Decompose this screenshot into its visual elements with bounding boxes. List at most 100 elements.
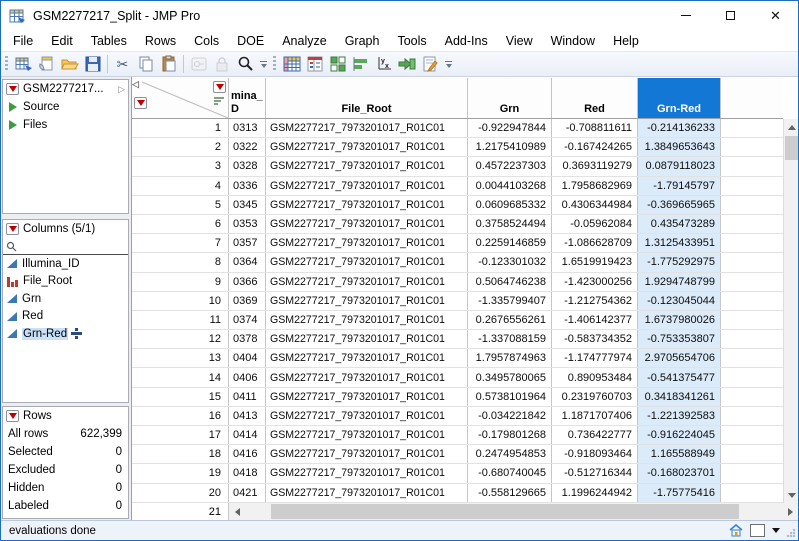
rows-stat-row[interactable]: Labeled 0 (3, 497, 128, 515)
red-cell[interactable]: 1.1996244942 (552, 484, 638, 502)
status-dropdown-icon[interactable] (772, 528, 780, 533)
rows-red-triangle-button[interactable] (6, 410, 19, 422)
columns-menu-red-triangle-button[interactable] (213, 81, 226, 93)
file-root-cell[interactable]: GSM2277217_7973201017_R01C01 (266, 484, 468, 502)
scroll-right-icon[interactable] (782, 503, 798, 520)
red-cell[interactable]: -0.583734352 (552, 330, 638, 348)
rows-menu-red-triangle-button[interactable] (134, 97, 147, 109)
red-cell[interactable]: 0.2319760703 (552, 388, 638, 406)
menu-item[interactable]: View (497, 32, 542, 50)
toolbar-drag-handle[interactable] (273, 56, 276, 72)
grn-red-cell[interactable]: -0.753353807 (638, 330, 721, 348)
grn-red-cell[interactable]: -0.168023701 (638, 464, 721, 482)
scroll-up-icon[interactable] (784, 119, 798, 135)
fit-y-by-x-icon[interactable]: yx (372, 53, 395, 75)
row-number-cell[interactable]: 13 (132, 349, 229, 367)
illumina-id-cell[interactable]: 0421 (229, 484, 266, 502)
grn-red-cell[interactable]: -0.541375477 (638, 368, 721, 386)
cut-icon[interactable]: ✂ (111, 53, 134, 75)
grn-red-cell[interactable]: -1.79145797 (638, 177, 721, 195)
row-number-cell[interactable]: 8 (132, 253, 229, 271)
table-script-item[interactable]: Files (3, 116, 128, 134)
grn-red-cell[interactable]: 1.9294748799 (638, 273, 721, 291)
horizontal-scroll-thumb[interactable] (271, 504, 739, 519)
grn-red-cell[interactable]: -1.75775416 (638, 484, 721, 502)
vertical-scrollbar[interactable] (783, 119, 798, 503)
menu-item[interactable]: DOE (228, 32, 273, 50)
panel-collapse-icon[interactable]: ◁ (132, 79, 139, 90)
red-cell[interactable]: -0.708811611 (552, 119, 638, 137)
grn-cell[interactable]: -0.922947844 (468, 119, 552, 137)
row-number-cell[interactable]: 19 (132, 464, 229, 482)
grn-cell[interactable]: 0.0609685332 (468, 196, 552, 214)
summary-table-icon[interactable] (303, 53, 326, 75)
table-script-item[interactable]: Source (3, 98, 128, 116)
grn-red-cell[interactable]: -0.214136233 (638, 119, 721, 137)
menu-item[interactable]: Cols (185, 32, 228, 50)
row-number-cell[interactable]: 1 (132, 119, 229, 137)
red-cell[interactable]: -1.086628709 (552, 234, 638, 252)
menu-item[interactable]: Rows (136, 32, 185, 50)
red-cell[interactable]: 0.3693119279 (552, 157, 638, 175)
status-indicator-box[interactable] (750, 524, 765, 537)
grn-cell[interactable]: -0.680740045 (468, 464, 552, 482)
partial-row-number-cell[interactable]: 21 (132, 503, 229, 520)
file-root-cell[interactable]: GSM2277217_7973201017_R01C01 (266, 253, 468, 271)
resize-grip[interactable] (786, 528, 796, 538)
grn-red-cell[interactable]: -0.369665965 (638, 196, 721, 214)
open-icon[interactable] (58, 53, 81, 75)
close-button[interactable]: ✕ (753, 1, 798, 30)
row-number-cell[interactable]: 16 (132, 407, 229, 425)
column-header-red[interactable]: Red (552, 78, 638, 118)
search-icon[interactable] (233, 53, 256, 75)
menu-item[interactable]: Tables (82, 32, 136, 50)
grn-cell[interactable]: 0.0044103268 (468, 177, 552, 195)
run-script-icon[interactable] (395, 53, 418, 75)
row-number-cell[interactable]: 6 (132, 215, 229, 233)
grn-cell[interactable]: 1.2175410989 (468, 138, 552, 156)
grn-cell[interactable]: 1.7957874963 (468, 349, 552, 367)
illumina-id-cell[interactable]: 0404 (229, 349, 266, 367)
menu-item[interactable]: Tools (388, 32, 435, 50)
menu-item[interactable]: File (4, 32, 42, 50)
illumina-id-cell[interactable]: 0374 (229, 311, 266, 329)
scroll-down-icon[interactable] (784, 487, 798, 503)
illumina-id-cell[interactable]: 0336 (229, 177, 266, 195)
toolbar-overflow-chevron[interactable] (260, 61, 267, 68)
data-table-icon[interactable] (280, 53, 303, 75)
grn-red-cell[interactable]: 0.435473289 (638, 215, 721, 233)
file-root-cell[interactable]: GSM2277217_7973201017_R01C01 (266, 311, 468, 329)
row-number-cell[interactable]: 12 (132, 330, 229, 348)
column-item-illumina-id[interactable]: Illumina_ID (3, 255, 128, 273)
vertical-scroll-thumb[interactable] (785, 136, 798, 160)
grn-cell[interactable]: -0.179801268 (468, 426, 552, 444)
file-root-cell[interactable]: GSM2277217_7973201017_R01C01 (266, 330, 468, 348)
table-red-triangle-button[interactable] (6, 83, 19, 95)
column-header-grn-red-selected[interactable]: Grn-Red (638, 78, 721, 118)
row-number-cell[interactable]: 7 (132, 234, 229, 252)
illumina-id-cell[interactable]: 0364 (229, 253, 266, 271)
graph-builder-icon[interactable] (349, 53, 372, 75)
file-root-cell[interactable]: GSM2277217_7973201017_R01C01 (266, 138, 468, 156)
grn-red-cell[interactable]: -1.775292975 (638, 253, 721, 271)
illumina-id-cell[interactable]: 0366 (229, 273, 266, 291)
grn-red-cell[interactable]: 2.9705654706 (638, 349, 721, 367)
illumina-id-cell[interactable]: 0313 (229, 119, 266, 137)
menu-item[interactable]: Window (542, 32, 604, 50)
new-data-table-icon[interactable] (12, 53, 35, 75)
illumina-id-cell[interactable]: 0378 (229, 330, 266, 348)
column-header-grn[interactable]: Grn (468, 78, 552, 118)
red-cell[interactable]: -0.05962084 (552, 215, 638, 233)
red-cell[interactable]: -1.406142377 (552, 311, 638, 329)
rows-stat-row[interactable]: All rows 622,399 (3, 425, 128, 443)
row-number-cell[interactable]: 18 (132, 445, 229, 463)
illumina-id-cell[interactable]: 0418 (229, 464, 266, 482)
rows-stat-row[interactable]: Selected 0 (3, 443, 128, 461)
grn-cell[interactable]: -1.337088159 (468, 330, 552, 348)
copy-icon[interactable] (134, 53, 157, 75)
file-root-cell[interactable]: GSM2277217_7973201017_R01C01 (266, 292, 468, 310)
grn-red-cell[interactable]: 1.3125433951 (638, 234, 721, 252)
file-root-cell[interactable]: GSM2277217_7973201017_R01C01 (266, 234, 468, 252)
grn-cell[interactable]: 0.4572237303 (468, 157, 552, 175)
illumina-id-cell[interactable]: 0416 (229, 445, 266, 463)
